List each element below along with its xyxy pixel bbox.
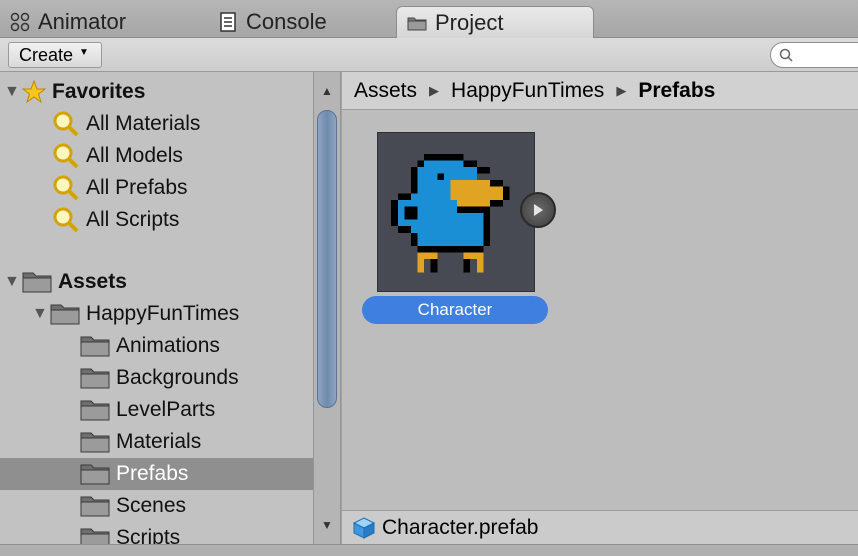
folder-icon — [50, 304, 80, 325]
tree-item-all-materials[interactable]: All Materials — [0, 108, 313, 140]
folder-icon — [80, 528, 110, 544]
folder-icon — [407, 17, 427, 31]
search-field[interactable] — [770, 42, 858, 68]
tree-item-backgrounds[interactable]: Backgrounds — [0, 362, 313, 394]
tab-label: Animator — [38, 9, 127, 34]
search-filter-icon — [53, 111, 79, 137]
folder-label: Backgrounds — [116, 366, 239, 389]
folder-icon — [22, 272, 52, 293]
tree-item-label: All Models — [86, 144, 183, 167]
assets-label: Assets — [58, 270, 127, 293]
tab-console[interactable]: Console — [208, 6, 327, 38]
project-tree: ▼ Favorites All Materials All Models All… — [0, 72, 313, 544]
folder-icon — [80, 400, 110, 421]
breadcrumb-separator-icon: ▶ — [616, 82, 627, 98]
tree-item-all-scripts[interactable]: All Scripts — [0, 204, 313, 236]
breadcrumb-prefabs[interactable]: Prefabs — [638, 79, 715, 103]
star-icon — [22, 80, 46, 104]
folder-icon — [80, 496, 110, 517]
toolbar: Create ▼ — [0, 38, 858, 72]
folder-label: Prefabs — [116, 462, 189, 485]
bottom-edge — [0, 544, 858, 556]
breadcrumb: Assets ▶ HappyFunTimes ▶ Prefabs — [342, 72, 858, 110]
breadcrumb-assets[interactable]: Assets — [354, 79, 417, 103]
folder-icon — [80, 336, 110, 357]
prefab-cube-icon — [352, 516, 376, 539]
tab-bar: Animator Console Project — [0, 0, 858, 39]
tree-item-all-models[interactable]: All Models — [0, 140, 313, 172]
scroll-thumb[interactable] — [317, 110, 337, 408]
search-filter-icon — [53, 175, 79, 201]
tree-item-levelparts[interactable]: LevelParts — [0, 394, 313, 426]
folder-label: Materials — [116, 430, 202, 453]
asset-thumbnail-character[interactable] — [377, 132, 535, 292]
create-button[interactable]: Create ▼ — [8, 42, 102, 68]
asset-grid: Character — [342, 110, 858, 510]
expand-triangle-icon[interactable]: ▼ — [4, 273, 22, 291]
search-icon — [779, 48, 793, 62]
tree-item-happyfuntimes[interactable]: ▼ HappyFunTimes — [0, 298, 313, 330]
tree-item-label: All Prefabs — [86, 176, 188, 199]
tree-item-assets[interactable]: ▼ Assets — [0, 266, 313, 298]
tree-item-label: All Materials — [86, 112, 201, 135]
tree-item-animations[interactable]: Animations — [0, 330, 313, 362]
tree-scrollbar[interactable]: ▲ ▼ — [313, 72, 341, 544]
tree-item-scenes[interactable]: Scenes — [0, 490, 313, 522]
animator-icon — [10, 12, 30, 32]
happyfuntimes-label: HappyFunTimes — [86, 302, 240, 325]
tree-item-all-prefabs[interactable]: All Prefabs — [0, 172, 313, 204]
tab-label: Console — [246, 9, 327, 34]
favorites-label: Favorites — [52, 80, 146, 103]
tree-item-materials[interactable]: Materials — [0, 426, 313, 458]
play-icon — [534, 204, 543, 216]
tree-item-prefabs[interactable]: Prefabs — [0, 458, 313, 490]
selected-asset-path: Character.prefab — [342, 510, 858, 544]
folder-label: Scripts — [116, 526, 181, 544]
folder-label: Scenes — [116, 494, 187, 517]
tree-item-favorites[interactable]: ▼ Favorites — [0, 76, 313, 108]
tree-item-label: All Scripts — [86, 208, 180, 231]
bird-sprite-icon — [391, 153, 510, 273]
expand-prefab-button[interactable] — [520, 192, 556, 228]
folder-icon — [80, 368, 110, 389]
scroll-up-icon[interactable]: ▲ — [314, 80, 340, 102]
tab-project[interactable]: Project — [396, 6, 594, 39]
tree-item-scripts[interactable]: Scripts — [0, 522, 313, 544]
expand-triangle-icon[interactable]: ▼ — [32, 305, 50, 323]
selected-filename: Character.prefab — [382, 515, 539, 539]
expand-triangle-icon[interactable]: ▼ — [4, 83, 22, 101]
console-icon — [220, 12, 236, 32]
tab-animator[interactable]: Animator — [0, 6, 126, 38]
folder-icon — [80, 432, 110, 453]
search-input[interactable] — [793, 47, 853, 63]
asset-name-label[interactable]: Character — [362, 296, 548, 324]
folder-label: LevelParts — [116, 398, 216, 421]
tab-label: Project — [435, 10, 504, 35]
search-filter-icon — [53, 207, 79, 233]
breadcrumb-happyfuntimes[interactable]: HappyFunTimes — [451, 79, 604, 103]
search-filter-icon — [53, 143, 79, 169]
dropdown-caret-icon: ▼ — [79, 46, 89, 58]
breadcrumb-separator-icon: ▶ — [429, 82, 440, 98]
folder-label: Animations — [116, 334, 220, 357]
create-label: Create — [19, 44, 74, 65]
folder-icon — [80, 464, 110, 485]
scroll-down-icon[interactable]: ▼ — [314, 514, 340, 536]
